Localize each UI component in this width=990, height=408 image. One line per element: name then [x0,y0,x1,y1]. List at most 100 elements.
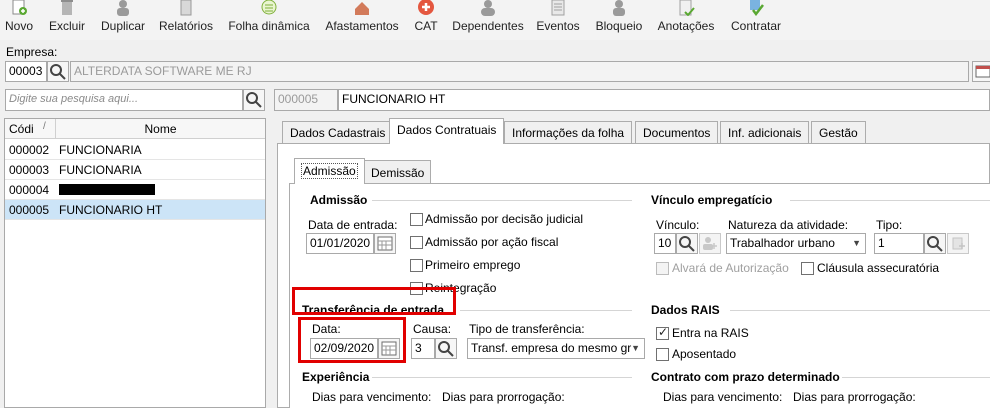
search-input[interactable]: Digite sua pesquisa aqui... [5,89,243,111]
clausula-label: Cláusula assecuratória [817,261,940,275]
experience-expiry-label: Dias para vencimento: [312,390,432,404]
medical-cross-icon [418,0,434,15]
tab-dados-cadastrais[interactable]: Dados Cadastrais [282,121,394,144]
events-button[interactable]: Eventos [534,0,582,40]
delete-button[interactable]: Excluir [44,0,90,40]
row-code: 000004 [9,183,50,197]
spreadsheet-icon [261,0,277,15]
highlight-box-title [292,287,456,315]
natureza-value: Trabalhador urbano [730,236,835,250]
lock-user-icon [613,0,625,16]
notes-button[interactable]: Anotações [654,0,718,40]
reports-button[interactable]: Relatórios [156,0,216,40]
causa-field[interactable]: 3 [411,338,435,359]
events-icon [551,0,565,16]
tab-inf-adicionais[interactable]: Inf. adicionais [720,121,810,144]
vinculo-add-button[interactable] [699,233,721,254]
tab-documentos[interactable]: Documentos [635,121,719,144]
trash-icon [61,0,73,15]
window-icon [975,65,990,78]
date-entry-calendar-button[interactable] [374,233,396,254]
subtab-admissao[interactable]: Admissão [294,158,365,184]
fiscal-admission-label: Admissão por ação fiscal [425,235,559,249]
dependents-button[interactable]: Dependentes [450,0,526,40]
alvara-checkbox[interactable] [656,262,669,275]
causa-search-button[interactable] [435,338,457,359]
clausula-checkbox[interactable] [801,262,814,275]
cat-button[interactable]: CAT [408,0,444,40]
contract-section-title: Contrato com prazo determinado [651,370,840,384]
section-divider [460,310,632,311]
natureza-select[interactable]: Trabalhador urbano ▼ [726,233,866,254]
judicial-admission-checkbox[interactable] [410,213,423,226]
empresa-browse-button[interactable] [972,61,990,82]
block-button[interactable]: Bloqueio [592,0,646,40]
date-entry-label: Data de entrada: [308,218,398,232]
judicial-admission-label: Admissão por decisão judicial [425,212,584,226]
row-code: 000002 [9,143,50,157]
retired-checkbox[interactable] [656,348,669,361]
subtab-demissao[interactable]: Demissão [364,160,432,184]
duplicate-button[interactable]: Duplicar [96,0,150,40]
experience-section-title: Experiência [302,370,370,384]
row-code: 000003 [9,163,50,177]
transfer-type-select[interactable]: Transf. empresa do mesmo gr ▼ [467,338,645,359]
search-icon [927,236,943,252]
tab-dados-contratuais[interactable]: Dados Contratuais [389,118,505,144]
vinculo-search-button[interactable] [676,233,698,254]
search-icon [246,92,262,108]
leaves-button[interactable]: Afastamentos [322,0,402,40]
hire-label: Contratar [730,19,782,33]
tipo-search-button[interactable] [924,233,946,254]
chevron-down-icon: ▼ [631,343,640,353]
people-icon [481,0,495,16]
new-button[interactable]: Novo [0,0,38,40]
first-job-checkbox[interactable] [410,259,423,272]
section-divider [790,200,990,201]
tab-informacoes-folha[interactable]: Informações da folha [504,121,633,144]
retired-label: Aposentado [672,347,737,361]
employee-name-field[interactable]: FUNCIONARIO HT [338,89,990,111]
subtab-admissao-label: Admissão [301,163,358,179]
column-header-code[interactable]: Códi [9,122,34,136]
empresa-code-field[interactable]: 00003 [5,61,47,82]
vinculo-field[interactable]: 10 [654,233,676,254]
section-divider [730,310,990,311]
duplicate-label: Duplicar [100,19,145,33]
contract-extension-label: Dias para prorrogação: [793,390,916,404]
notes-label: Anotações [657,19,715,33]
hire-button[interactable]: Contratar [726,0,786,40]
transfer-type-label: Tipo de transferência: [469,322,585,336]
reports-label: Relatórios [158,19,214,33]
table-row[interactable]: 000004 [5,180,265,200]
dynamic-sheet-label: Folha dinâmica [228,19,310,33]
empresa-search-button[interactable] [47,61,69,82]
highlight-box-date [298,317,406,363]
dynamic-sheet-button[interactable]: Folha dinâmica [224,0,314,40]
new-label: Novo [4,19,33,33]
tab-gestao[interactable]: Gestão [811,121,866,144]
section-divider [372,377,632,378]
row-name: FUNCIONARIA [59,163,142,177]
section-divider [372,200,632,201]
transfer-type-value: Transf. empresa do mesmo gr [471,341,632,355]
search-icon [438,341,454,357]
events-label: Eventos [536,19,580,33]
fiscal-admission-checkbox[interactable] [410,236,423,249]
table-row[interactable]: 000003 FUNCIONARIA [5,160,265,180]
dependents-label: Dependentes [452,19,524,33]
cat-label: CAT [414,19,438,33]
table-row-selected[interactable]: 000005 FUNCIONARIO HT [5,200,265,220]
list-header: Códi / Nome [5,119,265,139]
tipo-field[interactable]: 1 [874,233,924,254]
table-row[interactable]: 000002 FUNCIONARIA [5,140,265,160]
tipo-add-button[interactable] [947,233,969,254]
rais-checkbox[interactable] [656,325,669,340]
rais-label: Entra na RAIS [672,326,749,340]
hire-icon [750,0,764,16]
column-header-name[interactable]: Nome [56,122,265,136]
search-button[interactable] [243,89,265,111]
duplicate-icon [117,0,129,16]
row-name: FUNCIONARIA [59,143,142,157]
date-entry-field[interactable]: 01/01/2020 [306,233,374,254]
